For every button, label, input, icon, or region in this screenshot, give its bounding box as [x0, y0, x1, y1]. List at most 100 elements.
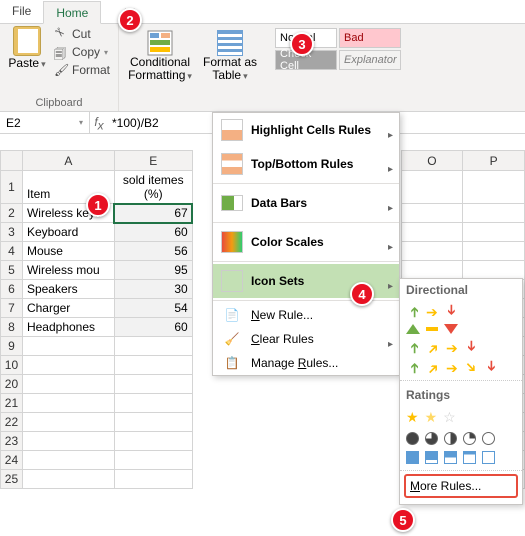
- cell-A6[interactable]: Speakers: [22, 280, 114, 299]
- iconset-3-stars[interactable]: ★★☆: [400, 406, 522, 429]
- cell-E4[interactable]: 56: [114, 242, 192, 261]
- cell-O2[interactable]: [401, 204, 463, 223]
- style-explanatory[interactable]: Explanator: [339, 50, 401, 70]
- cell-E3[interactable]: 60: [114, 223, 192, 242]
- format-label: Format: [72, 63, 110, 77]
- cell-E10[interactable]: [114, 356, 192, 375]
- iconset-5-quarters[interactable]: [400, 429, 522, 448]
- badge-1: 1: [86, 193, 110, 217]
- tab-file[interactable]: File: [0, 0, 43, 23]
- row-header-9[interactable]: 9: [1, 337, 23, 356]
- cell-P3[interactable]: [463, 223, 525, 242]
- menu-manage-rules[interactable]: 📋Manage Rules...: [213, 351, 399, 375]
- row-header-21[interactable]: 21: [1, 394, 23, 413]
- row-header-5[interactable]: 5: [1, 261, 23, 280]
- menu-highlight-cells[interactable]: Highlight Cells Rules: [213, 113, 399, 147]
- row-header-25[interactable]: 25: [1, 470, 23, 489]
- cell-A21[interactable]: [22, 394, 114, 413]
- cut-button[interactable]: Cut: [52, 26, 112, 42]
- cell-E21[interactable]: [114, 394, 192, 413]
- flyout-directional-title: Directional: [400, 279, 522, 301]
- row-header-1[interactable]: 1: [1, 171, 23, 204]
- format-as-table-button[interactable]: Format as Table: [195, 28, 265, 111]
- cell-O5[interactable]: [401, 261, 463, 280]
- row-header-8[interactable]: 8: [1, 318, 23, 337]
- cell-E5[interactable]: 95: [114, 261, 192, 280]
- cell-A20[interactable]: [22, 375, 114, 394]
- cell-A7[interactable]: Charger: [22, 299, 114, 318]
- menu-top-bottom[interactable]: Top/Bottom Rules: [213, 147, 399, 181]
- brush-icon: [54, 63, 68, 77]
- cell-P5[interactable]: [463, 261, 525, 280]
- row-header-3[interactable]: 3: [1, 223, 23, 242]
- cell-E7[interactable]: 54: [114, 299, 192, 318]
- cell-A4[interactable]: Mouse: [22, 242, 114, 261]
- cell-E6[interactable]: 30: [114, 280, 192, 299]
- cell-P2[interactable]: [463, 204, 525, 223]
- row-header-4[interactable]: 4: [1, 242, 23, 261]
- cell-P4[interactable]: [463, 242, 525, 261]
- tab-home[interactable]: Home: [43, 1, 101, 24]
- menu-iconsets-label: Icon Sets: [251, 274, 304, 288]
- style-bad[interactable]: Bad: [339, 28, 401, 48]
- iconset-5-boxes[interactable]: [400, 448, 522, 467]
- cell-E9[interactable]: [114, 337, 192, 356]
- badge-5: 5: [391, 508, 415, 532]
- cell-E1[interactable]: sold itemes (%): [114, 171, 192, 204]
- icon-sets-more-rules[interactable]: More Rules...: [404, 474, 518, 498]
- row-header-20[interactable]: 20: [1, 375, 23, 394]
- format-painter-button[interactable]: Format: [52, 62, 112, 78]
- iconset-3-triangles[interactable]: [400, 321, 522, 337]
- row-header-10[interactable]: 10: [1, 356, 23, 375]
- cell-E22[interactable]: [114, 413, 192, 432]
- row-header-2[interactable]: 2: [1, 204, 23, 223]
- row-header-6[interactable]: 6: [1, 280, 23, 299]
- cell-E25[interactable]: [114, 470, 192, 489]
- cell-A8[interactable]: Headphones: [22, 318, 114, 337]
- iconset-5-arrows[interactable]: [400, 357, 522, 377]
- cell-A24[interactable]: [22, 451, 114, 470]
- col-header-A[interactable]: A: [22, 151, 114, 171]
- menu-color-scales[interactable]: Color Scales: [213, 225, 399, 259]
- cell-E23[interactable]: [114, 432, 192, 451]
- icon-sets-icon: [221, 270, 243, 292]
- cell-A3[interactable]: Keyboard: [22, 223, 114, 242]
- menu-clear-rules[interactable]: 🧹Clear Rules: [213, 327, 399, 351]
- conditional-formatting-button[interactable]: Conditional Formatting: [125, 28, 195, 111]
- cell-A9[interactable]: [22, 337, 114, 356]
- row-header-22[interactable]: 22: [1, 413, 23, 432]
- menu-data-bars[interactable]: Data Bars: [213, 186, 399, 220]
- cell-A5[interactable]: Wireless mou: [22, 261, 114, 280]
- menu-new-rule[interactable]: 📄New Rule...: [213, 303, 399, 327]
- menu-topbottom-label: Top/Bottom Rules: [251, 157, 353, 171]
- iconset-4-arrows[interactable]: [400, 337, 522, 357]
- copy-button[interactable]: Copy▾: [52, 44, 112, 60]
- cell-A22[interactable]: [22, 413, 114, 432]
- top-bottom-icon: [221, 153, 243, 175]
- select-all-corner[interactable]: [1, 151, 23, 171]
- col-header-E[interactable]: E: [114, 151, 192, 171]
- cell-A23[interactable]: [22, 432, 114, 451]
- clipboard-group-title: Clipboard: [6, 97, 112, 111]
- row-header-7[interactable]: 7: [1, 299, 23, 318]
- cell-A10[interactable]: [22, 356, 114, 375]
- cell-A25[interactable]: [22, 470, 114, 489]
- cell-E24[interactable]: [114, 451, 192, 470]
- row-header-24[interactable]: 24: [1, 451, 23, 470]
- iconset-3-arrows[interactable]: [400, 301, 522, 321]
- cell-E8[interactable]: 60: [114, 318, 192, 337]
- cell-O1[interactable]: [401, 171, 463, 204]
- cell-O3[interactable]: [401, 223, 463, 242]
- paste-button[interactable]: Paste: [6, 26, 48, 78]
- color-scales-icon: [221, 231, 243, 253]
- fx-icon[interactable]: fx: [90, 113, 108, 132]
- badge-4: 4: [350, 282, 374, 306]
- col-header-O[interactable]: O: [401, 151, 463, 171]
- cell-E20[interactable]: [114, 375, 192, 394]
- name-box[interactable]: E2: [0, 112, 90, 134]
- cell-E2[interactable]: 67: [114, 204, 192, 223]
- cell-O4[interactable]: [401, 242, 463, 261]
- row-header-23[interactable]: 23: [1, 432, 23, 451]
- col-header-P[interactable]: P: [463, 151, 525, 171]
- cell-P1[interactable]: [463, 171, 525, 204]
